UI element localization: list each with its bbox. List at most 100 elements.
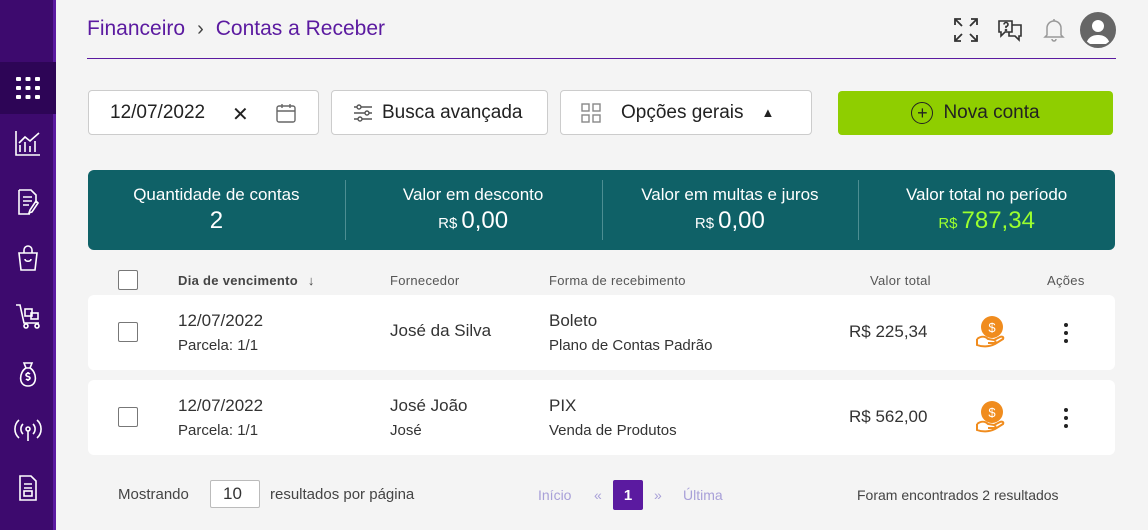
pagination-first[interactable]: Início (538, 487, 571, 503)
summary-desconto-value: R$ 0,00 (438, 207, 508, 235)
amount: 0,00 (461, 207, 509, 234)
sort-arrow-icon: ↓ (307, 273, 315, 288)
currency-symbol: R$ (694, 215, 715, 232)
grid-icon (16, 77, 40, 99)
receive-payment-icon[interactable]: $ (975, 400, 1007, 434)
row-fornecedor-sub: José (390, 422, 422, 439)
row-plano: Plano de Contas Padrão (549, 337, 713, 354)
table-header: Dia de vencimento ↓ Fornecedor Forma de … (88, 266, 1115, 294)
date-filter[interactable]: 12/07/2022 ✕ (88, 90, 319, 135)
report-icon (19, 475, 37, 501)
row-date: 12/07/2022 (178, 311, 264, 330)
chevron-up-icon: ▲ (761, 105, 775, 120)
sidebar-item-products[interactable] (0, 232, 56, 284)
fullscreen-button[interactable] (948, 12, 984, 48)
currency-symbol: R$ (938, 215, 958, 232)
sidebar-item-reports[interactable] (0, 117, 56, 169)
table-row[interactable]: 12/07/2022 Parcela: 1/1 José da Silva Bo… (88, 295, 1115, 370)
summary-multas-label: Valor em multas e juros (641, 185, 819, 204)
sidebar-item-dashboard[interactable] (0, 62, 56, 114)
results-count: Foram encontrados 2 resultados (857, 487, 1059, 503)
column-forma: Forma de recebimento (549, 273, 686, 288)
summary-total-value: R$ 787,34 (938, 207, 1035, 235)
document-edit-icon (18, 189, 40, 215)
row-checkbox[interactable] (118, 322, 138, 342)
sidebar (0, 0, 56, 530)
advanced-search-button[interactable]: Busca avançada (331, 90, 548, 135)
table-row[interactable]: 12/07/2022 Parcela: 1/1 José João José P… (88, 380, 1115, 455)
clear-date-icon[interactable]: ✕ (232, 102, 249, 127)
summary-desconto: Valor em desconto R$ 0,00 (344, 170, 602, 250)
row-valor: R$ 562,00 (849, 407, 928, 426)
sidebar-item-integrations[interactable] (0, 404, 56, 456)
summary-total: Valor total no período R$ 787,34 (858, 170, 1115, 250)
sliders-icon (354, 103, 372, 122)
sidebar-item-delivery[interactable] (0, 290, 56, 342)
notifications-button[interactable] (1036, 12, 1072, 48)
summary-quantidade: Quantidade de contas 2 (88, 170, 345, 250)
row-actions-menu-icon[interactable] (1056, 406, 1076, 430)
sidebar-item-financeiro[interactable] (0, 348, 56, 400)
breadcrumb-financeiro[interactable]: Financeiro (87, 17, 185, 41)
general-options-label: Opções gerais (621, 101, 744, 123)
amount: 0,00 (718, 207, 765, 234)
new-account-label: Nova conta (943, 102, 1040, 123)
new-account-button[interactable]: + Nova conta (838, 91, 1113, 135)
sidebar-item-fiscal[interactable] (0, 462, 56, 514)
bell-icon (1043, 19, 1065, 42)
summary-multas: Valor em multas e juros R$ 0,00 (601, 170, 859, 250)
row-valor: R$ 225,34 (849, 322, 928, 341)
calendar-icon[interactable] (275, 102, 297, 124)
pagination-next[interactable]: » (654, 487, 662, 503)
row-plano: Venda de Produtos (549, 422, 677, 439)
header-actions (940, 12, 1116, 48)
pagination-prev[interactable]: « (594, 487, 602, 503)
general-options-button[interactable]: Opções gerais ▲ (560, 90, 812, 135)
row-actions-menu-icon[interactable] (1056, 321, 1076, 345)
row-fornecedor: José João (390, 396, 468, 415)
help-button[interactable] (992, 12, 1028, 48)
summary-total-label: Valor total no período (905, 185, 1068, 204)
row-forma: PIX (549, 396, 577, 415)
sidebar-item-documents[interactable] (0, 176, 56, 228)
pagination-current-page[interactable]: 1 (613, 480, 643, 510)
delivery-cart-icon (16, 304, 40, 329)
amount: 787,34 (961, 207, 1035, 234)
summary-panel: Quantidade de contas 2 Valor em desconto… (88, 170, 1115, 250)
column-fornecedor: Fornecedor (390, 273, 460, 288)
summary-quantidade-value: 2 (209, 207, 224, 234)
advanced-search-label: Busca avançada (382, 101, 523, 123)
svg-text:$: $ (988, 320, 996, 335)
select-all-checkbox[interactable] (118, 270, 138, 290)
money-bag-icon (19, 362, 37, 387)
user-icon (1086, 20, 1110, 44)
column-vencimento[interactable]: Dia de vencimento ↓ (178, 273, 315, 288)
column-acoes: Ações (1047, 273, 1085, 288)
plus-circle-icon: + (911, 102, 934, 124)
summary-multas-value: R$ 0,00 (695, 207, 765, 235)
showing-label: Mostrando (118, 486, 189, 503)
grid-options-icon (581, 102, 601, 123)
date-value: 12/07/2022 (110, 101, 206, 123)
row-parcela: Parcela: 1/1 (178, 422, 259, 439)
column-vencimento-label: Dia de vencimento (178, 273, 298, 288)
user-avatar[interactable] (1080, 12, 1116, 48)
row-checkbox[interactable] (118, 407, 138, 427)
breadcrumb: Financeiro › Contas a Receber (87, 17, 385, 41)
row-parcela: Parcela: 1/1 (178, 337, 259, 354)
table-footer: Mostrando resultados por página Início «… (88, 480, 1115, 510)
currency-symbol: R$ (438, 215, 458, 232)
per-page-input[interactable] (210, 480, 260, 508)
svg-text:$: $ (988, 405, 996, 420)
receive-payment-icon[interactable]: $ (975, 315, 1007, 349)
breadcrumb-separator: › (197, 17, 204, 40)
row-forma: Boleto (549, 311, 598, 330)
pagination-last[interactable]: Última (683, 487, 723, 503)
row-date: 12/07/2022 (178, 396, 264, 415)
fullscreen-icon (954, 18, 978, 42)
chart-icon (15, 131, 40, 156)
column-valor: Valor total (870, 273, 931, 288)
row-fornecedor: José da Silva (390, 321, 492, 340)
per-page-label: resultados por página (270, 486, 415, 503)
summary-desconto-label: Valor em desconto (402, 185, 544, 204)
